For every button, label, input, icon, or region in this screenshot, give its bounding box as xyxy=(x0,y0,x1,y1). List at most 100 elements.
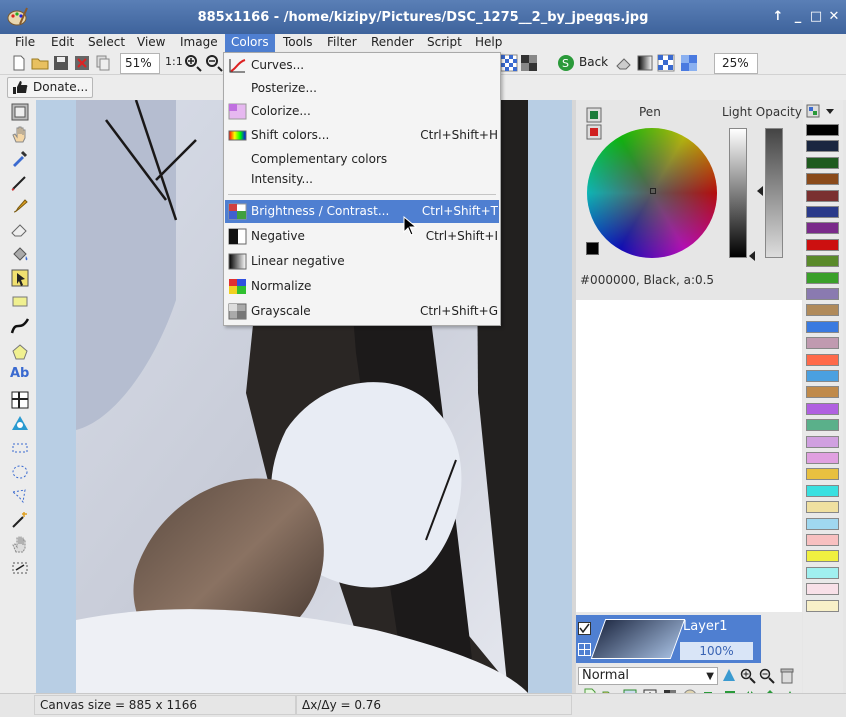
menu-item-intensity[interactable]: Intensity... xyxy=(225,168,499,191)
transparency-icon[interactable] xyxy=(657,54,675,72)
menu-edit[interactable]: Edit xyxy=(45,34,80,52)
curve-tool-icon[interactable] xyxy=(10,316,30,336)
palette-swatch[interactable] xyxy=(806,238,839,251)
menu-file[interactable]: File xyxy=(9,34,41,52)
opacity-handle[interactable] xyxy=(757,186,763,196)
layer-lock-grid-icon[interactable] xyxy=(578,643,591,656)
palette-swatch[interactable] xyxy=(806,419,839,432)
menu-help[interactable]: Help xyxy=(469,34,508,52)
menu-tools[interactable]: Tools xyxy=(277,34,319,52)
menu-item-grayscale[interactable]: Grayscale Ctrl+Shift+G xyxy=(225,300,499,323)
blue-grid-icon[interactable] xyxy=(680,54,698,72)
menu-item-posterize[interactable]: Posterize... xyxy=(225,77,499,100)
trash-icon[interactable] xyxy=(780,668,794,684)
palette-swatch[interactable] xyxy=(806,386,839,399)
menu-render[interactable]: Render xyxy=(365,34,420,52)
palette-swatch[interactable] xyxy=(806,189,839,202)
palette-swatch[interactable] xyxy=(806,534,839,546)
layer-zoom-in-icon[interactable] xyxy=(740,668,756,684)
hand-select-icon[interactable] xyxy=(10,534,30,554)
layer-visible-checkbox-icon[interactable] xyxy=(578,622,591,635)
palette-swatch[interactable] xyxy=(806,468,839,481)
keep-above-button[interactable]: ↑ xyxy=(770,9,786,25)
blend-mode-select[interactable]: Normal ▼ xyxy=(578,667,718,685)
back-arrow-icon[interactable]: S xyxy=(557,54,575,72)
rectangle-tool-icon[interactable] xyxy=(10,292,30,312)
palette-swatch[interactable] xyxy=(806,271,839,284)
palette-swatch[interactable] xyxy=(806,402,839,415)
gradient-icon[interactable] xyxy=(636,54,654,72)
palette-menu-icon[interactable] xyxy=(806,103,840,119)
layer-opacity[interactable]: 100% xyxy=(680,642,753,660)
palette-swatch[interactable] xyxy=(806,304,839,317)
menu-select[interactable]: Select xyxy=(82,34,131,52)
text-tool-icon[interactable]: Ab xyxy=(10,366,30,386)
select-pointer-tool-icon[interactable] xyxy=(10,268,30,288)
new-file-icon[interactable] xyxy=(10,54,28,72)
ellipse-marquee-icon[interactable] xyxy=(10,462,30,482)
magic-wand-icon[interactable] xyxy=(10,510,30,530)
menu-item-curves[interactable]: Curves... xyxy=(225,54,499,77)
minimize-button[interactable]: _ xyxy=(790,9,806,25)
color-wheel-cursor[interactable] xyxy=(650,188,656,194)
save-icon[interactable] xyxy=(52,54,70,72)
back-button[interactable]: Back xyxy=(579,55,608,69)
layers-list[interactable] xyxy=(576,300,802,612)
grid-deform-tool-icon[interactable] xyxy=(10,390,30,410)
palette-swatch[interactable] xyxy=(806,583,839,596)
palette-swatch[interactable] xyxy=(806,452,839,464)
menu-image[interactable]: Image xyxy=(174,34,224,52)
menu-item-linear-negative[interactable]: Linear negative xyxy=(225,250,499,273)
warp-tool-icon[interactable] xyxy=(10,414,30,434)
palette-swatch[interactable] xyxy=(806,501,839,514)
menu-filter[interactable]: Filter xyxy=(321,34,363,52)
magic-select-icon[interactable] xyxy=(10,558,30,578)
palette-swatch[interactable] xyxy=(806,255,839,268)
palette-swatch[interactable] xyxy=(806,435,839,448)
zoom-field[interactable]: 51% xyxy=(120,53,160,74)
lightness-handle[interactable] xyxy=(749,251,755,261)
palette-swatch[interactable] xyxy=(806,124,839,136)
color-picker-tool-icon[interactable] xyxy=(10,148,30,168)
palette-swatch[interactable] xyxy=(806,599,839,612)
donate-button[interactable]: Donate... xyxy=(7,77,93,98)
palette-swatch[interactable] xyxy=(806,222,839,235)
menu-item-negative[interactable]: Negative Ctrl+Shift+I xyxy=(225,225,499,248)
menu-item-brightness-contrast[interactable]: Brightness / Contrast... Ctrl+Shift+T xyxy=(225,200,499,223)
palette-swatch[interactable] xyxy=(806,337,839,350)
palette-swatch[interactable] xyxy=(806,173,839,186)
open-folder-icon[interactable] xyxy=(31,54,49,72)
fill-tool-icon[interactable] xyxy=(10,244,30,264)
fill-layer-icon[interactable] xyxy=(721,668,737,684)
reset-colors-icon[interactable] xyxy=(586,124,602,140)
zoom-out-icon[interactable] xyxy=(205,54,223,72)
gray-checker-icon[interactable] xyxy=(520,54,538,72)
checker-icon[interactable] xyxy=(500,54,518,72)
copy-icon[interactable] xyxy=(94,54,112,72)
swap-colors-icon[interactable] xyxy=(586,107,602,123)
pen-tool-icon[interactable] xyxy=(10,172,30,192)
close-button[interactable]: ✕ xyxy=(826,9,842,25)
palette-swatch[interactable] xyxy=(806,206,839,218)
eraser-tool-icon[interactable] xyxy=(10,220,30,240)
eraser-toolbar-icon[interactable] xyxy=(615,54,633,72)
zoom2-field[interactable]: 25% xyxy=(714,53,758,74)
menu-item-colorize[interactable]: Colorize... xyxy=(225,100,499,123)
palette-swatch[interactable] xyxy=(806,353,839,366)
palette-swatch[interactable] xyxy=(806,550,839,563)
layer-row[interactable]: Layer1 100% xyxy=(576,615,761,663)
opacity-slider[interactable] xyxy=(765,128,783,258)
pen-color-swatch[interactable] xyxy=(586,242,599,255)
palette-swatch[interactable] xyxy=(806,566,839,579)
palette-swatch[interactable] xyxy=(806,156,839,169)
menu-item-shift-colors[interactable]: Shift colors... Ctrl+Shift+H xyxy=(225,124,499,147)
rect-marquee-icon[interactable] xyxy=(10,438,30,458)
polygon-tool-icon[interactable] xyxy=(10,342,30,362)
menu-view[interactable]: View xyxy=(131,34,171,52)
layer-name[interactable]: Layer1 xyxy=(683,619,728,634)
menu-item-normalize[interactable]: Normalize xyxy=(225,275,499,298)
palette-swatch[interactable] xyxy=(806,517,839,530)
zoom-in-icon[interactable] xyxy=(184,54,202,72)
hand-tool-icon[interactable] xyxy=(10,124,30,144)
menu-colors[interactable]: Colors xyxy=(225,34,275,52)
